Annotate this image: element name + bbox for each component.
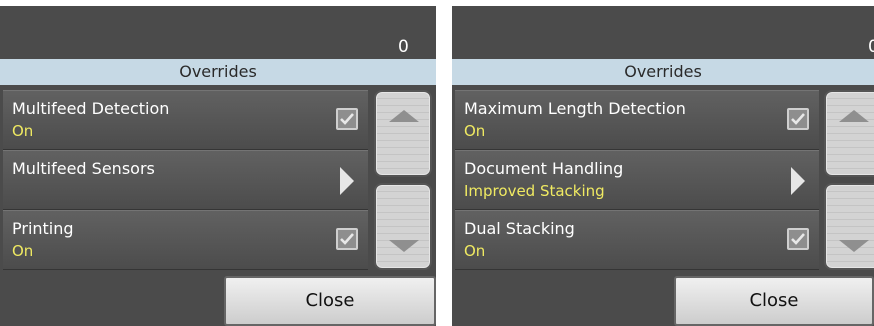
setting-value: On	[12, 122, 34, 140]
setting-row-printing[interactable]: Printing On	[3, 210, 368, 270]
checkbox-icon[interactable]	[336, 228, 358, 250]
setting-row-dual-stacking[interactable]: Dual Stacking On	[455, 210, 819, 270]
chevron-right-icon	[791, 167, 805, 195]
counter: 0	[868, 37, 874, 57]
setting-title: Dual Stacking	[464, 219, 575, 238]
scroll-down-button[interactable]	[374, 183, 432, 270]
setting-row-document-handling[interactable]: Document Handling Improved Stacking	[455, 150, 819, 210]
setting-title: Multifeed Sensors	[12, 159, 155, 178]
close-button[interactable]: Close	[674, 276, 874, 326]
setting-row-multifeed-detection[interactable]: Multifeed Detection On	[3, 90, 368, 150]
checkbox-icon[interactable]	[787, 108, 809, 130]
scroll-down-button[interactable]	[824, 183, 874, 270]
checkbox-icon[interactable]	[336, 108, 358, 130]
setting-title: Multifeed Detection	[12, 99, 170, 118]
arrow-down-icon	[839, 240, 869, 252]
setting-value: On	[464, 122, 486, 140]
overrides-screen-left: 0 Overrides Multifeed Detection On Multi…	[0, 6, 436, 326]
setting-row-multifeed-sensors[interactable]: Multifeed Sensors	[3, 150, 368, 210]
setting-value: On	[12, 242, 34, 260]
scroll-up-button[interactable]	[824, 90, 874, 177]
close-button[interactable]: Close	[224, 276, 436, 326]
setting-value: Improved Stacking	[464, 182, 605, 200]
setting-title: Printing	[12, 219, 74, 238]
setting-title: Document Handling	[464, 159, 624, 178]
page-title: Overrides	[452, 59, 874, 85]
scroll-up-button[interactable]	[374, 90, 432, 177]
setting-title: Maximum Length Detection	[464, 99, 686, 118]
overrides-screen-right: 0 Overrides Maximum Length Detection On …	[452, 6, 874, 326]
checkbox-icon[interactable]	[787, 228, 809, 250]
setting-row-maximum-length-detection[interactable]: Maximum Length Detection On	[455, 90, 819, 150]
arrow-down-icon	[389, 240, 419, 252]
scrollbar[interactable]	[824, 90, 874, 270]
arrow-up-icon	[839, 110, 869, 122]
counter: 0	[398, 37, 409, 57]
setting-value: On	[464, 242, 486, 260]
scrollbar[interactable]	[374, 90, 432, 270]
arrow-up-icon	[389, 110, 419, 122]
chevron-right-icon	[340, 167, 354, 195]
page-title: Overrides	[0, 59, 436, 85]
